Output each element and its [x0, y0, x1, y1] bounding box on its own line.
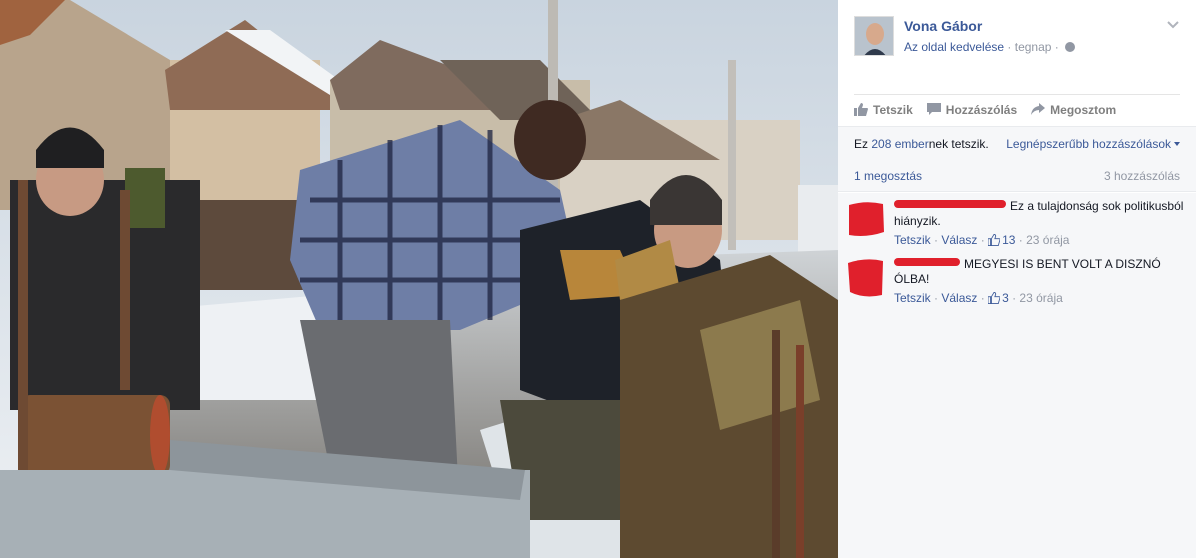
shares-link[interactable]: 1 megosztás — [854, 169, 922, 183]
comment-like-count[interactable]: 13 — [1002, 233, 1015, 247]
thumbs-up-icon[interactable] — [988, 234, 1001, 246]
comment-avatar-redacted[interactable] — [846, 199, 886, 239]
comment-actions: Tetszik · Válasz · 13 · 23 órája — [894, 233, 1184, 248]
post-header: Vona Gábor Az oldal kedvelése · tegnap · — [854, 16, 1180, 60]
comment-sort-dropdown[interactable]: Legnépszerűbb hozzászólások — [1006, 137, 1180, 151]
comment-count: 3 hozzászólás — [1103, 168, 1180, 183]
separator: · — [1015, 233, 1027, 247]
meta-separator: · — [1004, 40, 1015, 54]
likes-suffix: nek tetszik. — [928, 136, 989, 151]
post-meta: Az oldal kedvelése · tegnap · — [904, 40, 1076, 54]
meta-separator-2: · — [1051, 40, 1063, 54]
comment-button[interactable]: Hozzászólás — [926, 102, 1018, 117]
comment-body: MEGYESI IS BENT VOLT A DISZNÓ ÓLBA! Tets… — [894, 257, 1184, 306]
comment-like-count[interactable]: 3 — [1002, 291, 1009, 305]
comment-reply-link[interactable]: Válasz — [941, 233, 977, 247]
like-button[interactable]: Tetszik — [854, 103, 913, 117]
commenter-name-redacted[interactable] — [894, 200, 1006, 208]
share-button-label: Megosztom — [1050, 102, 1117, 117]
sort-label: Legnépszerűbb hozzászólások — [1006, 136, 1171, 151]
comment-icon — [926, 103, 941, 115]
likes-sentence: Ez 208 embernek tetszik. — [854, 137, 989, 151]
post-photo[interactable] — [0, 0, 838, 558]
comments-list: Ez a tulajdonság sok politikusból hiányz… — [838, 193, 1196, 558]
post-time[interactable]: tegnap — [1015, 40, 1052, 54]
page-avatar[interactable] — [854, 16, 894, 56]
globe-icon[interactable] — [1065, 42, 1076, 52]
share-button[interactable]: Megosztom — [1031, 103, 1116, 117]
share-arrow-icon — [1031, 103, 1046, 115]
separator: · — [977, 291, 989, 305]
comment-avatar-redacted[interactable] — [846, 257, 886, 297]
separator: · — [977, 233, 989, 247]
chevron-down-icon[interactable] — [1166, 20, 1180, 30]
separator: · — [930, 233, 942, 247]
like-button-label: Tetszik — [873, 102, 913, 117]
thumbs-up-icon[interactable] — [988, 292, 1001, 304]
comment-like-link[interactable]: Tetszik — [894, 291, 931, 305]
thumbs-up-icon — [854, 103, 868, 116]
likes-prefix: Ez — [854, 136, 872, 151]
likes-summary: Ez 208 embernek tetszik. Legnépszerűbb h… — [838, 126, 1196, 160]
separator: · — [930, 291, 942, 305]
comment-time[interactable]: 23 órája — [1019, 291, 1062, 305]
comment-time[interactable]: 23 órája — [1026, 233, 1069, 247]
comment-like-link[interactable]: Tetszik — [894, 233, 931, 247]
caret-down-icon — [1174, 141, 1180, 146]
comment-reply-link[interactable]: Válasz — [941, 291, 977, 305]
like-page-link[interactable]: Az oldal kedvelése — [904, 40, 1004, 54]
commenter-name-redacted[interactable] — [894, 258, 960, 266]
post-stats: 1 megosztás 3 hozzászólás — [838, 160, 1196, 192]
likers-link[interactable]: 208 ember — [871, 137, 928, 151]
separator: · — [1008, 291, 1020, 305]
page-name-link[interactable]: Vona Gábor — [904, 18, 982, 34]
photo-image — [0, 0, 838, 558]
post-side-panel: Vona Gábor Az oldal kedvelése · tegnap ·… — [838, 0, 1196, 558]
comment-body: Ez a tulajdonság sok politikusból hiányz… — [894, 199, 1184, 248]
comment-button-label: Hozzászólás — [945, 102, 1018, 117]
post-actions: Tetszik Hozzászólás Megosztom — [854, 94, 1180, 124]
comment-actions: Tetszik · Válasz · 3 · 23 órája — [894, 291, 1184, 306]
